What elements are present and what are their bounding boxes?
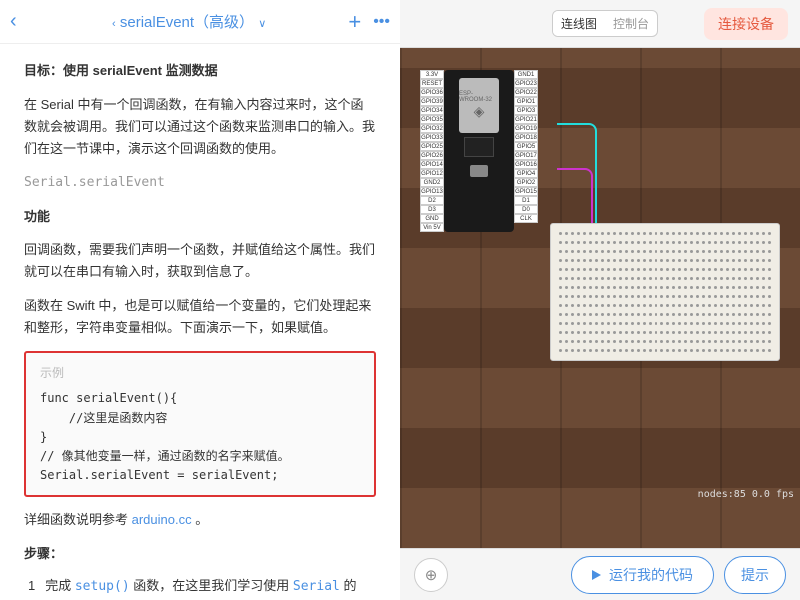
code-line: //这里是函数内容 <box>40 409 360 428</box>
chevron-left-icon: ‹ <box>112 18 116 30</box>
arduino-link[interactable]: arduino.cc <box>132 512 192 527</box>
pin-label: D0 <box>514 205 538 214</box>
code-line: // 像其他变量一样，通过函数的名字来赋值。 <box>40 447 360 466</box>
pin-label: GND1 <box>514 70 538 79</box>
connect-device-button[interactable]: 连接设备 <box>704 8 788 40</box>
simulator-panel: 连线图 控制台 连接设备 3.3VRESETGPIO36GPIO39GPIO34… <box>400 0 800 600</box>
pin-label: GPIO21 <box>514 115 538 124</box>
page-title[interactable]: ‹ serialEvent（高级） ∨ <box>30 11 348 32</box>
pin-label: GPIO18 <box>514 133 538 142</box>
pin-label: GND <box>420 214 444 223</box>
wifi-icon: ◈ <box>474 103 485 120</box>
api-reference: Serial.serialEvent <box>24 172 376 194</box>
sim-bottom-bar: ⊕ 运行我的代码 提示 <box>400 548 800 600</box>
lesson-panel: ‹ ‹ serialEvent（高级） ∨ + ••• 目标：使用 serial… <box>0 0 400 600</box>
pin-label: D2 <box>420 196 444 205</box>
pin-column-right: GND1GPIO23GPIO22GPIO1GPIO3GPIO21GPIO19GP… <box>514 70 538 232</box>
view-segmented: 连线图 控制台 <box>552 10 658 37</box>
pin-label: D3 <box>420 205 444 214</box>
pin-label: GPIO3 <box>514 106 538 115</box>
lesson-content: 目标：使用 serialEvent 监测数据 在 Serial 中有一个回调函数… <box>0 44 400 600</box>
pin-label: CLK <box>514 214 538 223</box>
steps-list: 1完成 setup() 函数，在这里我们学习使用 Serial 的 begin(… <box>24 575 376 600</box>
chevron-down-icon: ∨ <box>258 18 266 30</box>
code-line: } <box>40 428 360 447</box>
pin-label: GPIO34 <box>420 106 444 115</box>
pin-label: RESET <box>420 79 444 88</box>
pin-label: GPIO1 <box>514 97 538 106</box>
pin-label: GPIO12 <box>420 169 444 178</box>
mcu-chip: ESP-WROOM-32 ◈ <box>444 70 514 232</box>
more-icon[interactable]: ••• <box>373 13 390 31</box>
seg-wiring[interactable]: 连线图 <box>553 11 605 36</box>
function-paragraph-1: 回调函数，需要我们声明一个函数，并赋值给这个属性。我们就可以在串口有输入时，获取… <box>24 239 376 283</box>
pin-label: GPIO36 <box>420 88 444 97</box>
aux-chip <box>464 137 494 157</box>
pin-label: GPIO15 <box>514 187 538 196</box>
pin-label: GPIO14 <box>420 160 444 169</box>
pin-label: 3.3V <box>420 70 444 79</box>
header-bar: ‹ ‹ serialEvent（高级） ∨ + ••• <box>0 0 400 44</box>
usb-port-icon <box>470 165 488 177</box>
breadboard[interactable] <box>550 223 780 361</box>
code-example: 示例 func serialEvent(){ //这里是函数内容}// 像其他变… <box>24 351 376 497</box>
pin-label: D1 <box>514 196 538 205</box>
pin-label: GPIO4 <box>514 169 538 178</box>
pin-label: GND2 <box>420 178 444 187</box>
steps-heading: 步骤： <box>24 543 376 565</box>
pin-label: GPIO22 <box>514 88 538 97</box>
pin-label: GPIO25 <box>420 142 444 151</box>
back-icon[interactable]: ‹ <box>10 10 30 33</box>
reset-view-button[interactable]: ⊕ <box>414 558 448 592</box>
hint-button[interactable]: 提示 <box>724 556 786 594</box>
seg-console[interactable]: 控制台 <box>605 11 657 36</box>
function-paragraph-2: 函数在 Swift 中，也是可以赋值给一个变量的，它们处理起来和整形，字符串变量… <box>24 295 376 339</box>
pin-label: GPIO39 <box>420 97 444 106</box>
run-label: 运行我的代码 <box>609 565 693 585</box>
title-text: serialEvent（高级） <box>120 14 254 31</box>
function-heading: 功能 <box>24 206 376 228</box>
add-icon[interactable]: + <box>348 9 361 35</box>
pin-label: GPIO16 <box>514 160 538 169</box>
code-line: Serial.serialEvent = serialEvent; <box>40 466 360 485</box>
chip-label: ESP-WROOM-32 <box>459 91 499 103</box>
pin-label: GPIO17 <box>514 151 538 160</box>
pin-label: GPIO26 <box>420 151 444 160</box>
goal-heading: 目标：使用 serialEvent 监测数据 <box>24 60 376 82</box>
code-label: 示例 <box>40 363 360 383</box>
step-item: 1完成 setup() 函数，在这里我们学习使用 Serial 的 begin(… <box>24 575 376 600</box>
pin-column-left: 3.3VRESETGPIO36GPIO39GPIO34GPIO35GPIO32G… <box>420 70 444 232</box>
play-icon <box>592 570 601 580</box>
board-canvas[interactable]: 3.3VRESETGPIO36GPIO39GPIO34GPIO35GPIO32G… <box>400 48 800 548</box>
pin-label: GPIO5 <box>514 142 538 151</box>
wifi-shield: ESP-WROOM-32 ◈ <box>459 78 499 133</box>
intro-paragraph: 在 Serial 中有一个回调函数，在有输入内容过来时，这个函数就会被调用。我们… <box>24 94 376 160</box>
run-code-button[interactable]: 运行我的代码 <box>571 556 714 594</box>
pin-label: GPIO32 <box>420 124 444 133</box>
pin-label: GPIO2 <box>514 178 538 187</box>
code-line: func serialEvent(){ <box>40 389 360 408</box>
esp32-board[interactable]: 3.3VRESETGPIO36GPIO39GPIO34GPIO35GPIO32G… <box>420 70 560 232</box>
pin-label: GPIO35 <box>420 115 444 124</box>
sim-top-bar: 连线图 控制台 连接设备 <box>400 0 800 48</box>
pin-label: GPIO33 <box>420 133 444 142</box>
pin-label: Vin 5V <box>420 223 444 232</box>
detail-link-line: 详细函数说明参考 arduino.cc 。 <box>24 509 376 531</box>
pin-label: GPIO13 <box>420 187 444 196</box>
pin-label: GPIO23 <box>514 79 538 88</box>
pin-label: GPIO19 <box>514 124 538 133</box>
fps-counter: nodes:85 0.0 fps <box>698 489 794 500</box>
